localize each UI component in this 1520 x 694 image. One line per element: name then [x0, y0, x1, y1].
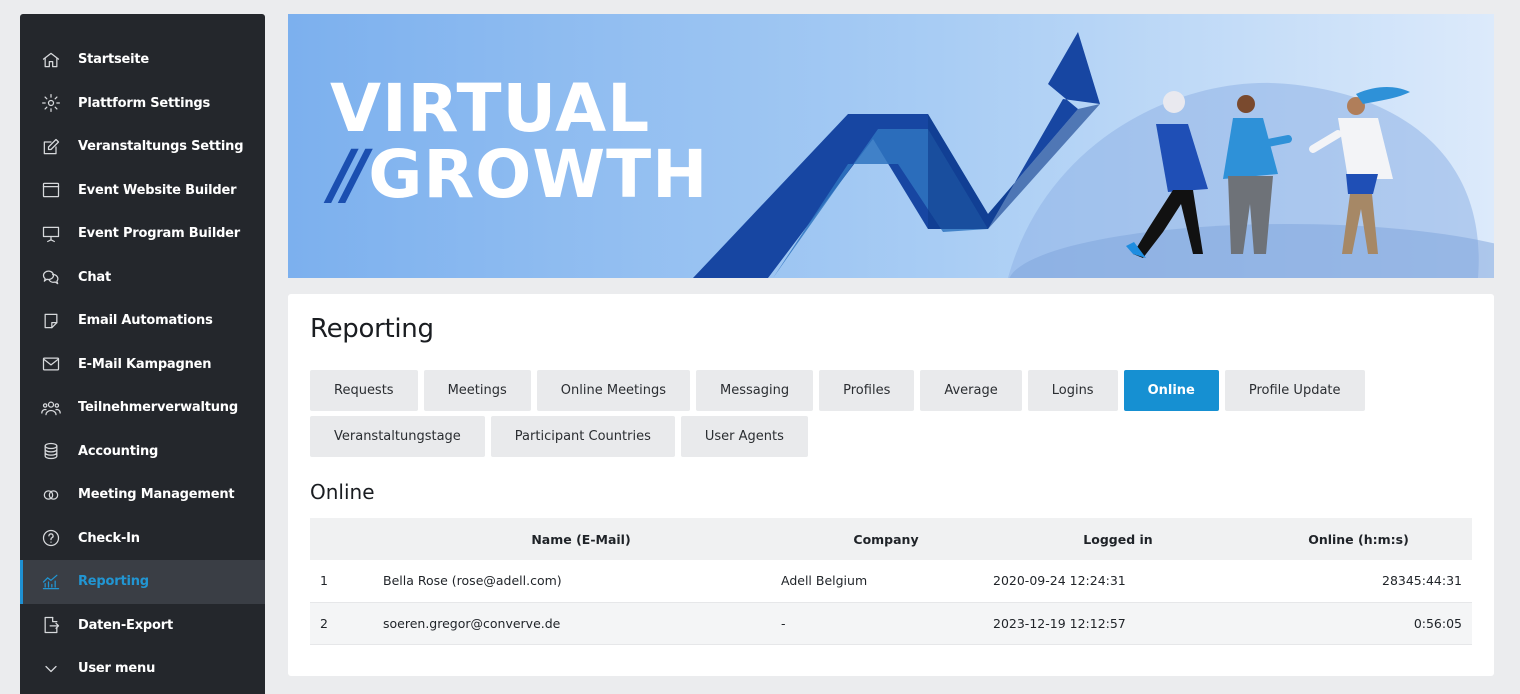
sidebar-item-plattform-settings[interactable]: Plattform Settings	[20, 82, 265, 126]
banner-line-2: //GROWTH	[330, 142, 708, 208]
event-banner: VIRTUAL //GROWTH	[288, 14, 1494, 278]
tab-user-agents[interactable]: User Agents	[680, 416, 808, 457]
sidebar-item-veranstaltungs-setting[interactable]: Veranstaltungs Setting	[20, 125, 265, 169]
envelope-icon	[40, 353, 62, 375]
sidebar-item-event-program-builder[interactable]: Event Program Builder	[20, 212, 265, 256]
cell-logged-in: 2020-09-24 12:24:31	[993, 573, 1126, 589]
cell-index: 1	[320, 573, 328, 589]
banner-line-2-text: GROWTH	[368, 136, 709, 213]
sidebar-item-label: User menu	[78, 661, 156, 677]
sidebar-item-label: Event Website Builder	[78, 182, 237, 198]
export-icon	[40, 614, 62, 636]
sidebar-item-check-in[interactable]: Check-In	[20, 517, 265, 561]
sidebar-nav: Startseite Plattform Settings Veranstalt…	[20, 14, 265, 691]
tab-row-1: Requests Meetings Online Meetings Messag…	[310, 370, 1410, 411]
tab-profile-update[interactable]: Profile Update	[1224, 370, 1365, 411]
banner-slash: //	[330, 136, 368, 213]
sidebar-item-event-website-builder[interactable]: Event Website Builder	[20, 169, 265, 213]
sidebar-item-label: Event Program Builder	[78, 226, 241, 242]
sidebar: Startseite Plattform Settings Veranstalt…	[20, 14, 265, 694]
chart-icon	[40, 571, 62, 593]
presentation-icon	[40, 223, 62, 245]
rings-icon	[40, 484, 62, 506]
tab-veranstaltungstage[interactable]: Veranstaltungstage	[310, 416, 485, 457]
sidebar-item-label: Meeting Management	[78, 487, 235, 503]
sidebar-item-label: Plattform Settings	[78, 95, 211, 111]
sidebar-item-label: Daten-Export	[78, 617, 173, 633]
sidebar-item-label: Veranstaltungs Setting	[78, 139, 244, 155]
cell-online-time: 0:56:05	[1413, 615, 1462, 631]
tab-meetings[interactable]: Meetings	[423, 370, 531, 411]
cell-logged-in: 2023-12-19 12:12:57	[993, 615, 1126, 631]
online-table: Name (E-Mail) Company Logged in Online (…	[310, 518, 1472, 645]
cell-online-time: 28345:44:31	[1382, 573, 1462, 589]
header-online-time[interactable]: Online (h:m:s)	[1244, 518, 1472, 560]
table-header-row: Name (E-Mail) Company Logged in Online (…	[310, 518, 1472, 560]
section-title: Online	[310, 480, 375, 504]
sidebar-item-label: Check-In	[78, 530, 140, 546]
page-title: Reporting	[310, 314, 434, 344]
banner-title: VIRTUAL //GROWTH	[330, 76, 708, 208]
report-tabs: Requests Meetings Online Meetings Messag…	[310, 370, 1410, 462]
cell-company: -	[781, 615, 786, 631]
chevron-down-icon	[40, 658, 62, 680]
sidebar-item-label: E-Mail Kampagnen	[78, 356, 212, 372]
tab-online-meetings[interactable]: Online Meetings	[536, 370, 691, 411]
cell-company: Adell Belgium	[781, 573, 868, 589]
sidebar-item-chat[interactable]: Chat	[20, 256, 265, 300]
header-name[interactable]: Name (E-Mail)	[371, 518, 780, 560]
table-row: 2 soeren.gregor@converve.de - 2023-12-19…	[310, 602, 1472, 644]
cell-name: soeren.gregor@converve.de	[383, 615, 561, 631]
sidebar-item-label: Email Automations	[78, 313, 213, 329]
browser-window-icon	[40, 179, 62, 201]
tab-participant-countries[interactable]: Participant Countries	[490, 416, 675, 457]
tab-row-2: Veranstaltungstage Participant Countries…	[310, 416, 1410, 457]
sidebar-item-email-automations[interactable]: Email Automations	[20, 299, 265, 343]
users-icon	[40, 397, 62, 419]
sidebar-item-label: Startseite	[78, 52, 150, 68]
tab-messaging[interactable]: Messaging	[696, 370, 814, 411]
chat-bubbles-icon	[40, 266, 62, 288]
reporting-card: Reporting Requests Meetings Online Meeti…	[288, 294, 1494, 676]
tab-requests[interactable]: Requests	[310, 370, 418, 411]
sidebar-item-label: Accounting	[78, 443, 159, 459]
header-company[interactable]: Company	[780, 518, 992, 560]
question-circle-icon	[40, 527, 62, 549]
cell-name: Bella Rose (rose@adell.com)	[383, 573, 562, 589]
sidebar-item-meeting-management[interactable]: Meeting Management	[20, 473, 265, 517]
edit-icon	[40, 136, 62, 158]
sidebar-item-teilnehmerverwaltung[interactable]: Teilnehmerverwaltung	[20, 386, 265, 430]
sidebar-item-label: Teilnehmerverwaltung	[78, 400, 238, 416]
sidebar-item-startseite[interactable]: Startseite	[20, 38, 265, 82]
sidebar-item-reporting[interactable]: Reporting	[20, 560, 265, 604]
sidebar-item-label: Reporting	[78, 574, 149, 590]
header-index	[310, 518, 371, 560]
tab-online[interactable]: Online	[1123, 370, 1219, 411]
sidebar-item-daten-export[interactable]: Daten-Export	[20, 604, 265, 648]
note-icon	[40, 310, 62, 332]
table-row: 1 Bella Rose (rose@adell.com) Adell Belg…	[310, 560, 1472, 602]
tab-logins[interactable]: Logins	[1027, 370, 1118, 411]
home-icon	[40, 49, 62, 71]
sidebar-item-email-kampagnen[interactable]: E-Mail Kampagnen	[20, 343, 265, 387]
sidebar-item-user-menu[interactable]: User menu	[20, 647, 265, 691]
sidebar-item-label: Chat	[78, 269, 111, 285]
cell-index: 2	[320, 615, 328, 631]
tab-profiles[interactable]: Profiles	[819, 370, 915, 411]
sidebar-item-accounting[interactable]: Accounting	[20, 430, 265, 474]
gear-icon	[40, 92, 62, 114]
banner-line-1: VIRTUAL	[330, 70, 651, 147]
header-logged-in[interactable]: Logged in	[992, 518, 1244, 560]
tab-average[interactable]: Average	[920, 370, 1022, 411]
coins-icon	[40, 440, 62, 462]
